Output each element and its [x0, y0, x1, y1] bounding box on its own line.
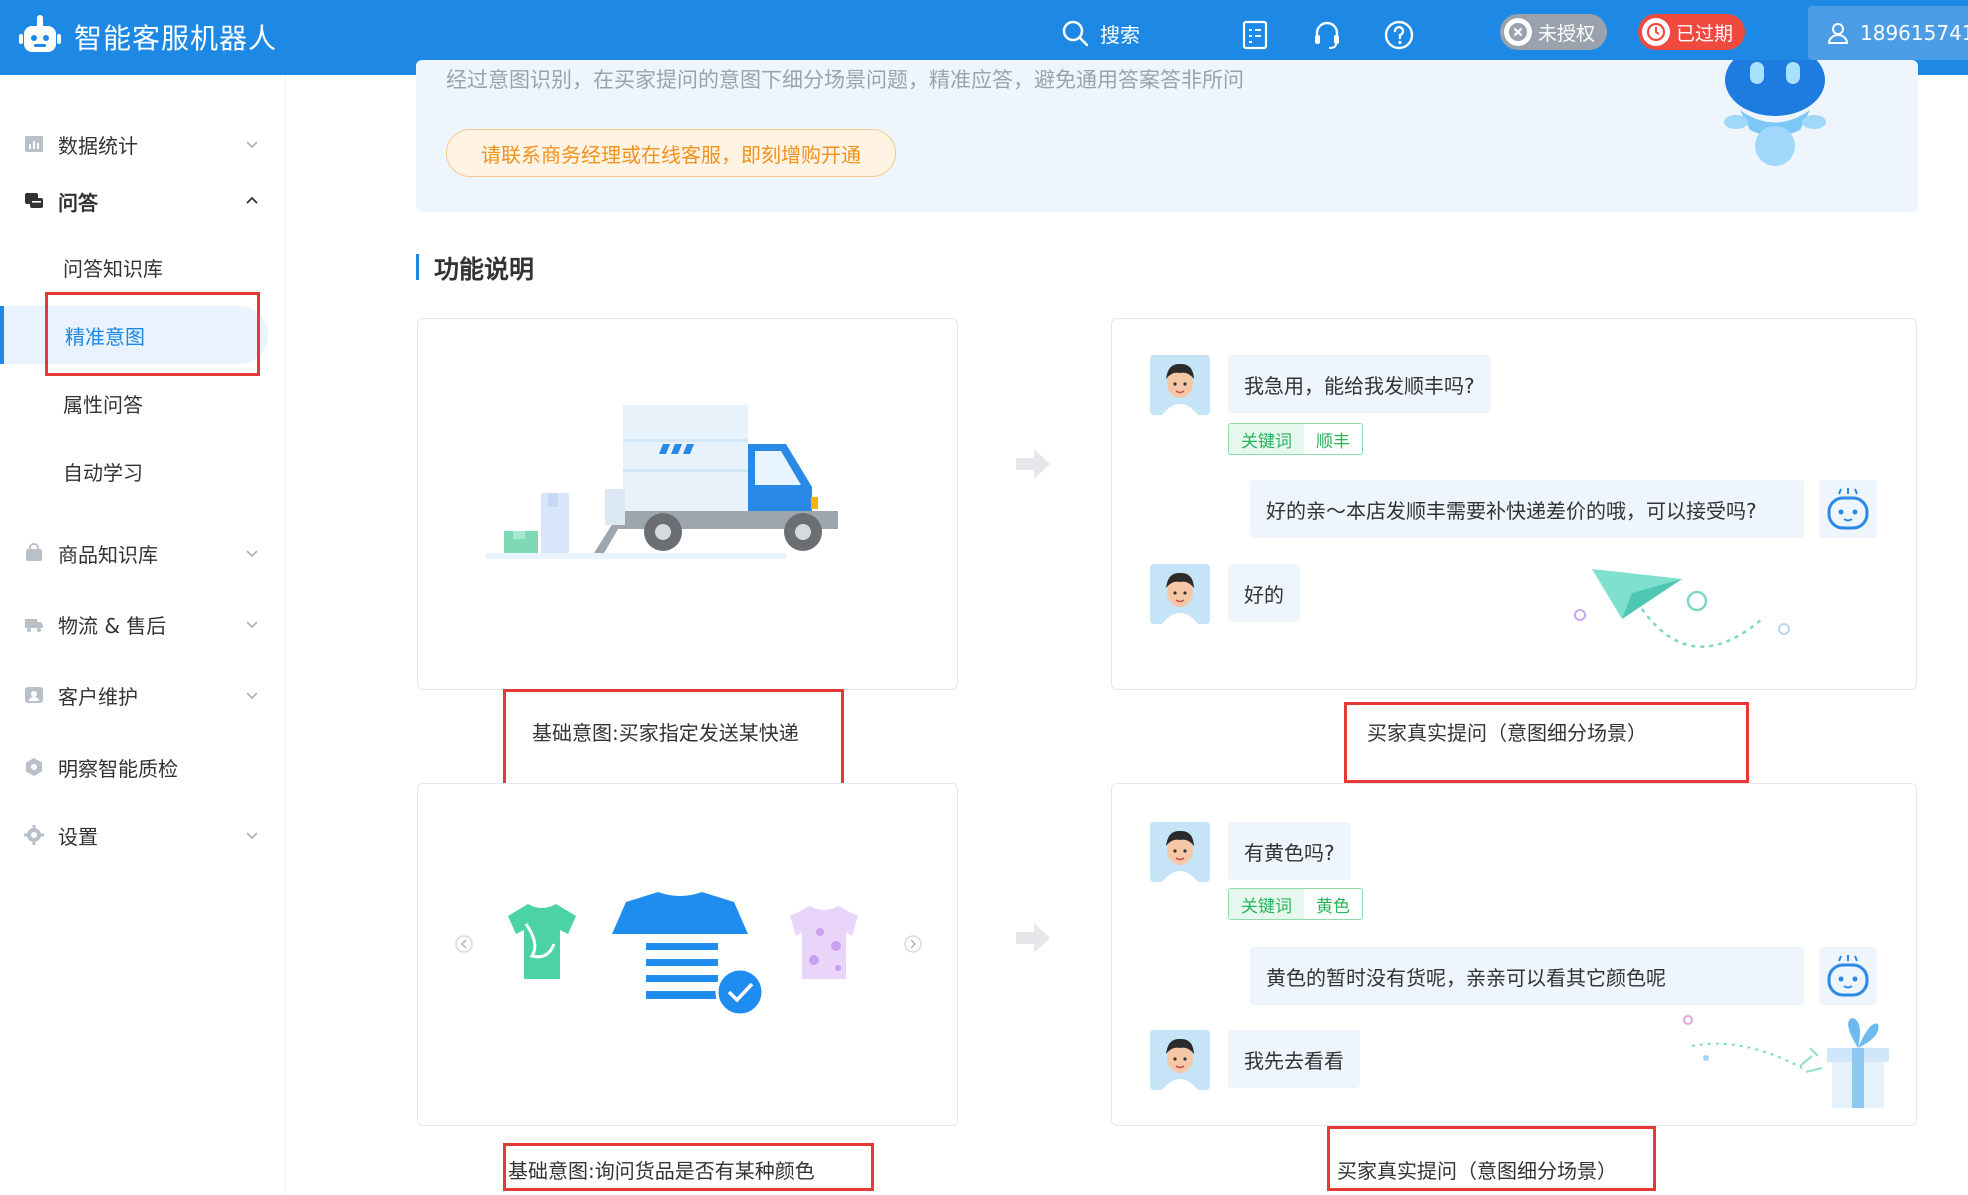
- sidebar-group-label: 数据统计: [58, 133, 138, 158]
- highlight-box: [1327, 1126, 1656, 1191]
- robot-illustration: [1724, 60, 1826, 166]
- buyer-message: 我急用，能给我发顺丰吗?: [1228, 355, 1491, 413]
- app-title: 智能客服机器人: [74, 22, 278, 55]
- clock-icon: [1642, 18, 1670, 46]
- sidebar-group-settings[interactable]: 设置: [0, 810, 286, 860]
- sidebar-item-label: 自动学习: [63, 460, 143, 485]
- search-icon: [1062, 20, 1089, 47]
- search-label: 搜索: [1100, 22, 1140, 47]
- section-title: 功能说明: [416, 250, 534, 286]
- user-phone: 189615741: [1860, 21, 1968, 45]
- bar-chart-icon: [25, 136, 43, 152]
- sidebar-item-attribute-qa[interactable]: 属性问答: [0, 374, 286, 432]
- sidebar-group-stats[interactable]: 数据统计: [0, 119, 286, 169]
- keyword-value: 顺丰: [1304, 424, 1362, 454]
- buyer-avatar: [1150, 1030, 1210, 1090]
- chevron-down-icon: [246, 692, 258, 700]
- buyer-avatar: [1150, 822, 1210, 882]
- sidebar-group-label: 物流 & 售后: [58, 613, 167, 638]
- arrow-right-icon: [1016, 923, 1050, 953]
- buyer-avatar: [1150, 564, 1210, 624]
- headset-icon[interactable]: [1310, 18, 1344, 52]
- bot-avatar: [1819, 480, 1877, 538]
- bot-avatar: [1819, 947, 1877, 1005]
- bot-avatar-icon: [1827, 955, 1869, 997]
- paper-plane-decoration: [1574, 569, 1790, 648]
- user-account-button[interactable]: 189615741: [1808, 6, 1968, 60]
- expired-badge[interactable]: 已过期: [1638, 14, 1746, 50]
- buyer-message: 好的: [1228, 564, 1300, 622]
- buyer-avatar-icon: [1150, 355, 1210, 415]
- keyword-label: 关键词: [1229, 424, 1304, 454]
- customer-icon: [25, 687, 43, 703]
- help-icon[interactable]: [1382, 18, 1416, 52]
- unauthorized-badge[interactable]: 未授权: [1500, 14, 1608, 50]
- buyer-avatar-icon: [1150, 1030, 1210, 1090]
- buyer-message: 有黄色吗?: [1228, 822, 1351, 880]
- keyword-tag: 关键词 黄色: [1228, 888, 1363, 920]
- buyer-avatar: [1150, 355, 1210, 415]
- checklist-icon[interactable]: [1238, 18, 1272, 52]
- chat-example-card-2: 有黄色吗? 关键词 黄色 黄色的暂时没有货呢，亲亲可以看其它颜色呢 我先去看看: [1111, 783, 1917, 1126]
- chevron-down-icon: [246, 832, 258, 840]
- delivery-truck-illustration: [486, 405, 838, 559]
- bot-avatar-icon: [1827, 488, 1869, 530]
- sidebar-group-label: 明察智能质检: [58, 756, 178, 781]
- chat-example-card-1: 我急用，能给我发顺丰吗? 关键词 顺丰 好的亲～本店发顺丰需要补快递差价的哦，可…: [1111, 318, 1917, 690]
- robot-logo-icon: [19, 15, 61, 52]
- chevron-down-icon: [246, 141, 258, 149]
- sidebar-group-logistics[interactable]: 物流 & 售后: [0, 599, 286, 649]
- keyword-tag: 关键词 顺丰: [1228, 423, 1363, 455]
- buyer-avatar-icon: [1150, 564, 1210, 624]
- tshirt-colors-illustration: [455, 892, 922, 1017]
- highlight-box: [503, 1143, 874, 1191]
- contact-sales-button[interactable]: 请联系商务经理或在线客服，即刻增购开通: [446, 129, 896, 177]
- sidebar-item-label: 属性问答: [63, 392, 143, 417]
- search-button[interactable]: 搜索: [1060, 18, 1140, 48]
- keyword-value: 黄色: [1304, 889, 1362, 919]
- sidebar-item-auto-learning[interactable]: 自动学习: [0, 442, 286, 500]
- user-icon: [1827, 23, 1849, 44]
- settings-icon: [24, 825, 44, 845]
- truck-icon: [25, 619, 43, 632]
- sidebar-group-label: 设置: [58, 824, 98, 849]
- expired-label: 已过期: [1676, 22, 1734, 45]
- sidebar: 数据统计 问答 问答知识库 精准意图 属性问答 自动学习 商品知识库 物流 & …: [0, 75, 286, 1195]
- bag-icon: [26, 543, 42, 561]
- chevron-up-icon: [246, 196, 258, 204]
- sidebar-group-label: 问答: [58, 190, 98, 215]
- sidebar-item-label: 问答知识库: [63, 256, 163, 281]
- buyer-message: 我先去看看: [1228, 1030, 1360, 1088]
- bot-reply: 好的亲～本店发顺丰需要补快递差价的哦，可以接受吗?: [1250, 480, 1804, 538]
- close-circle-icon: [1504, 18, 1532, 46]
- basic-intent-card-1: [417, 318, 958, 690]
- sidebar-group-product[interactable]: 商品知识库: [0, 528, 286, 578]
- sidebar-item-qa-knowledge[interactable]: 问答知识库: [0, 238, 286, 296]
- keyword-label: 关键词: [1229, 889, 1304, 919]
- highlight-box: [45, 292, 260, 376]
- gift-box-decoration: [1683, 1015, 1889, 1108]
- unauthorized-label: 未授权: [1538, 22, 1596, 45]
- sidebar-group-label: 商品知识库: [58, 542, 158, 567]
- sidebar-group-label: 客户维护: [58, 684, 138, 709]
- basic-intent-card-2: [417, 783, 958, 1126]
- banner-description: 经过意图识别，在买家提问的意图下细分场景问题，精准应答，避免通用答案答非所问: [446, 68, 1244, 92]
- buyer-avatar-icon: [1150, 822, 1210, 882]
- bot-reply: 黄色的暂时没有货呢，亲亲可以看其它颜色呢: [1250, 947, 1804, 1005]
- chevron-down-icon: [246, 621, 258, 629]
- chevron-down-icon: [246, 550, 258, 558]
- highlight-box: [1344, 702, 1749, 783]
- arrow-right-icon: [1016, 449, 1050, 479]
- inspect-icon: [26, 758, 42, 776]
- sidebar-group-inspect[interactable]: 明察智能质检: [0, 742, 286, 792]
- highlight-box: [503, 689, 844, 786]
- chat-icon: [25, 193, 43, 208]
- sidebar-group-customer[interactable]: 客户维护: [0, 670, 286, 720]
- sidebar-group-qa[interactable]: 问答: [0, 176, 286, 226]
